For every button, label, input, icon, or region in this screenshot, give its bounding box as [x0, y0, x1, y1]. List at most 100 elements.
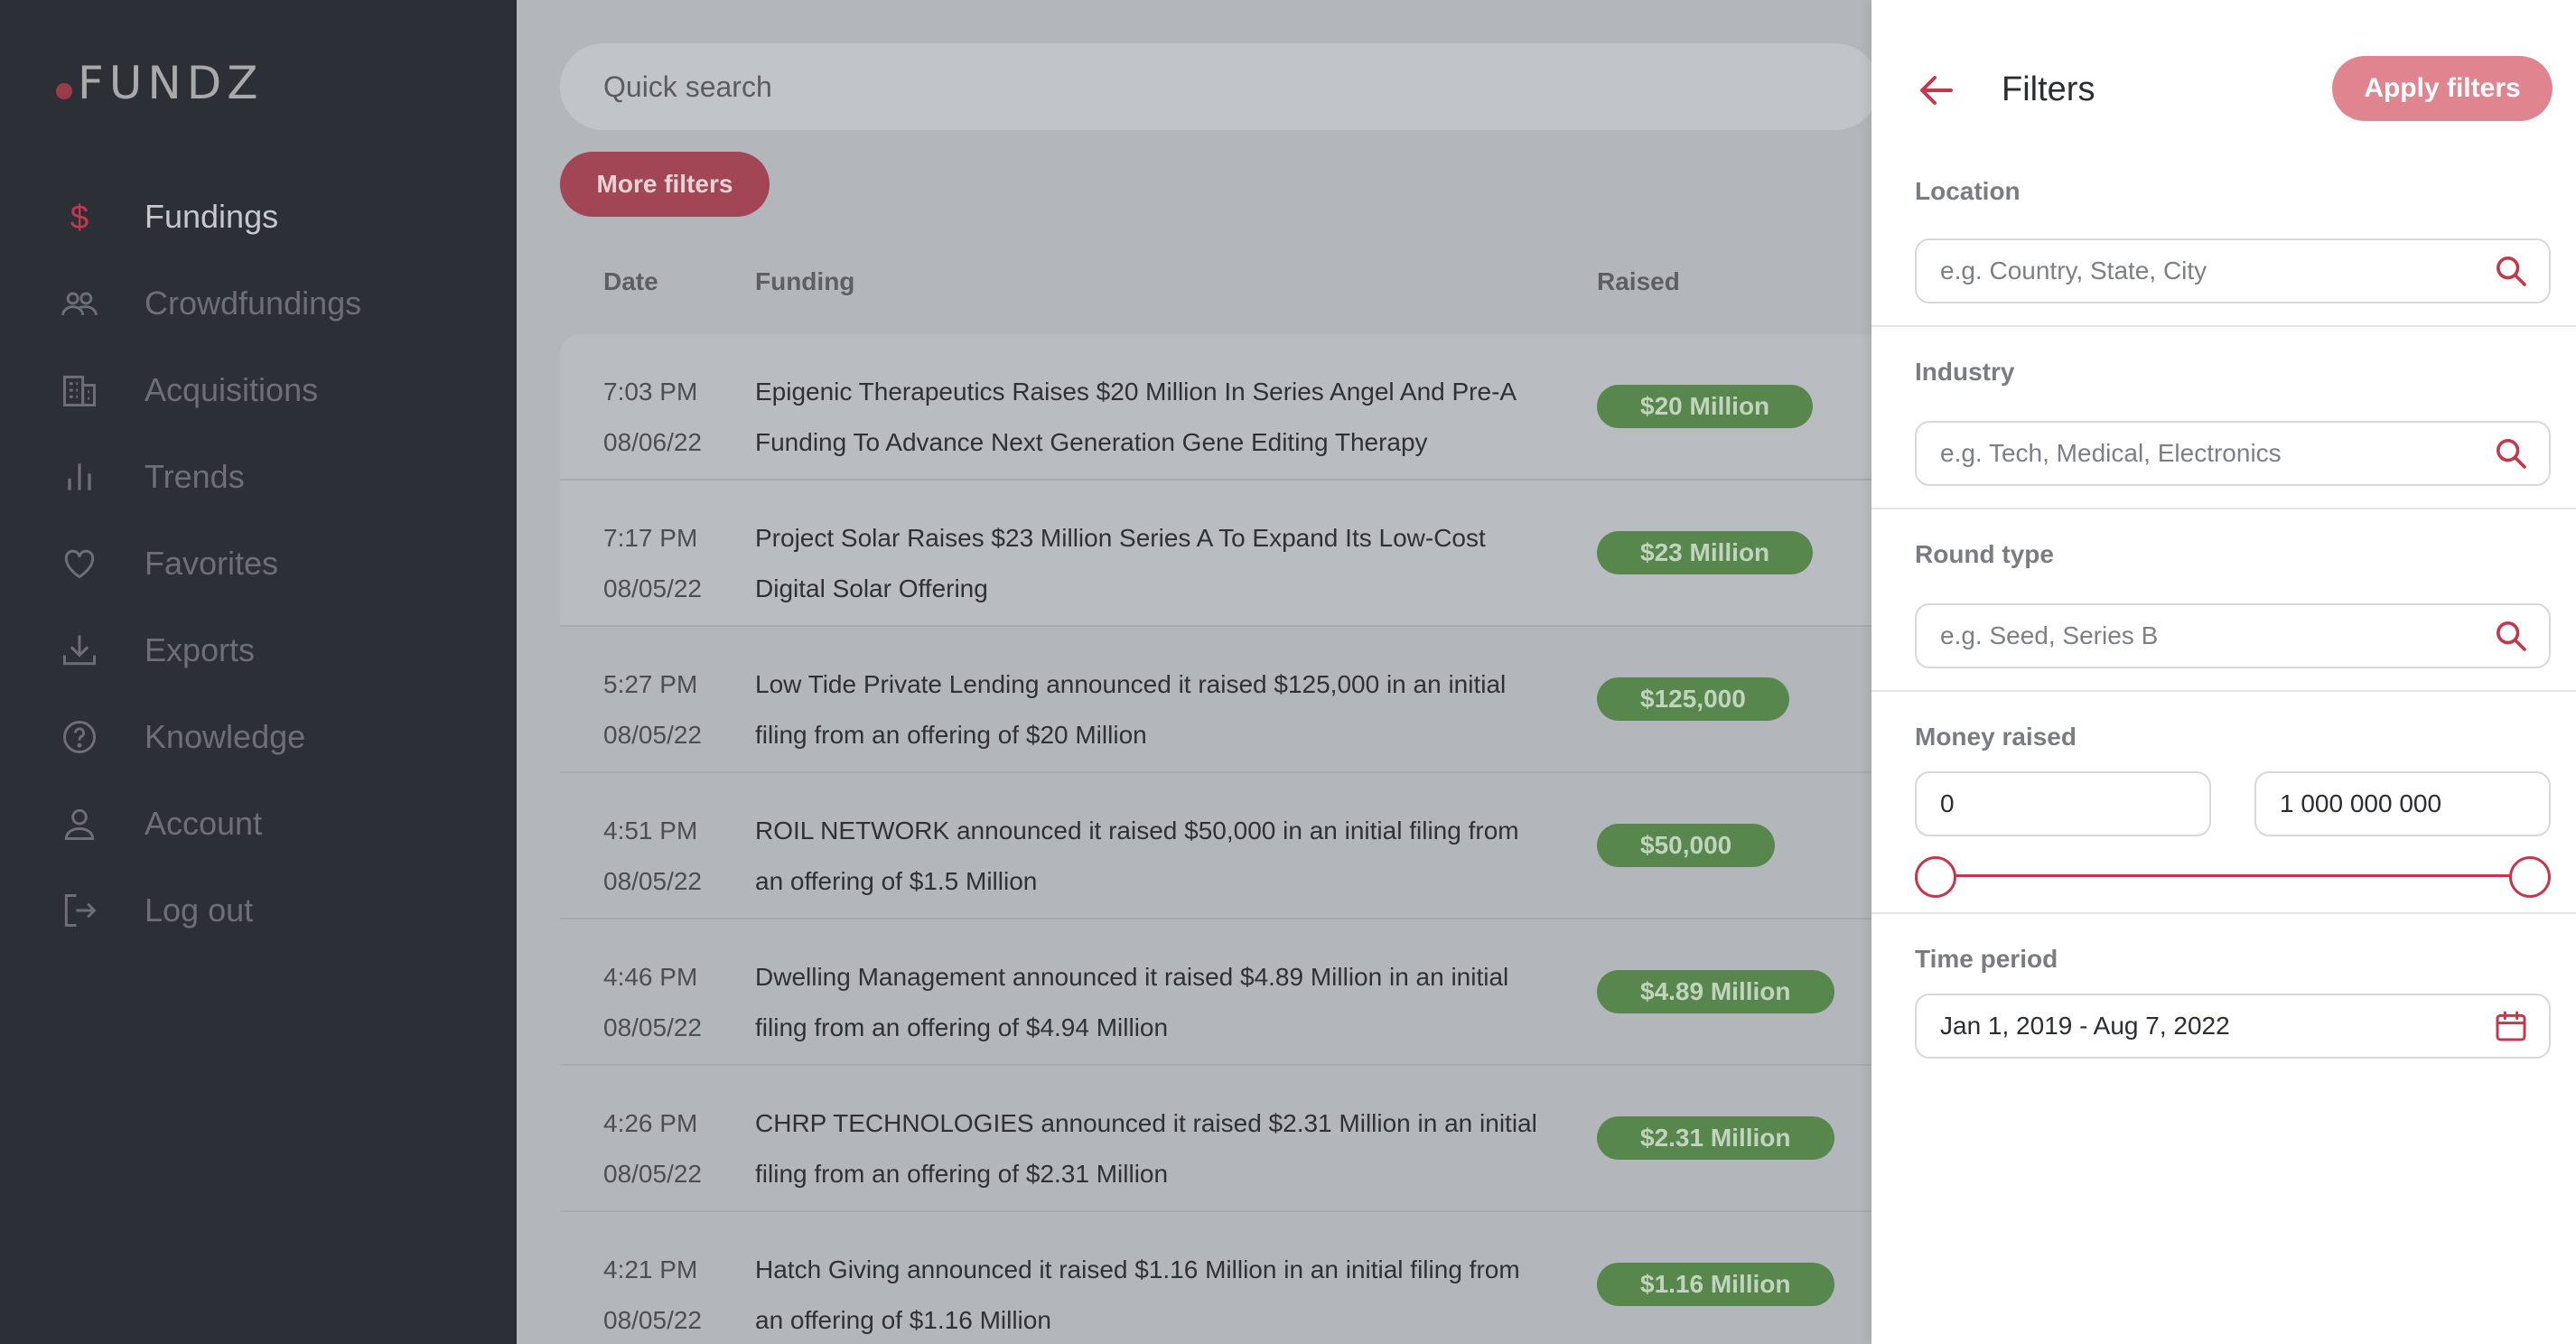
time-period-section: Time period Jan 1, 2019 - Aug 7, 2022 — [1871, 914, 2576, 1082]
main-content: Quick search More filters Date Funding R… — [517, 0, 1871, 1344]
location-input[interactable]: e.g. Country, State, City — [1915, 238, 2551, 303]
row-funding-title[interactable]: Low Tide Private Lending announced it ra… — [755, 659, 1568, 761]
search-icon[interactable] — [2493, 618, 2529, 654]
row-funding-title[interactable]: Project Solar Raises $23 Million Series … — [755, 513, 1568, 614]
filters-header: Filters Apply filters — [1871, 56, 2576, 125]
row-funding-title[interactable]: ROIL NETWORK announced it raised $50,000… — [755, 806, 1568, 907]
time-period-label: Time period — [1915, 945, 2058, 973]
raised-badge: $2.31 Million — [1597, 1116, 1834, 1160]
location-placeholder: e.g. Country, State, City — [1940, 257, 2207, 285]
row-funding-title[interactable]: Hatch Giving announced it raised $1.16 M… — [755, 1245, 1568, 1344]
search-icon[interactable] — [2493, 253, 2529, 289]
filters-title: Filters — [2002, 70, 2095, 108]
industry-section: Industry e.g. Tech, Medical, Electronics — [1871, 327, 2576, 509]
table-row[interactable]: 4:26 PM 08/05/22 CHRP TECHNOLOGIES announ… — [560, 1066, 1871, 1212]
sidebar: FUNDZ $ Fundings Crowdfundings Acquisiti… — [0, 0, 517, 1344]
sidebar-item-label: Account — [145, 805, 263, 842]
industry-placeholder: e.g. Tech, Medical, Electronics — [1940, 439, 2282, 467]
table-row[interactable]: 4:21 PM 08/05/22 Hatch Giving announced i… — [560, 1212, 1871, 1344]
heart-icon — [58, 542, 101, 585]
table-header: Date Funding Raised — [603, 267, 1868, 303]
quick-search-input[interactable]: Quick search — [560, 43, 1871, 130]
logo-dot — [56, 83, 72, 99]
row-datetime: 4:51 PM 08/05/22 — [603, 817, 702, 895]
download-icon — [58, 629, 101, 672]
svg-text:$: $ — [70, 199, 89, 236]
money-range-track[interactable] — [1937, 874, 2529, 877]
row-datetime: 7:17 PM 08/05/22 — [603, 524, 702, 602]
raised-badge: $125,000 — [1597, 677, 1789, 721]
column-header-funding[interactable]: Funding — [755, 267, 854, 296]
sidebar-item-label: Acquisitions — [145, 371, 319, 408]
table-row[interactable]: 4:46 PM 08/05/22 Dwelling Management anno… — [560, 919, 1871, 1066]
sidebar-item-account[interactable]: Account — [0, 780, 517, 867]
sidebar-item-knowledge[interactable]: Knowledge — [0, 694, 517, 780]
user-icon — [58, 802, 101, 845]
money-min-handle[interactable] — [1915, 856, 1956, 898]
row-funding-title[interactable]: Dwelling Management announced it raised … — [755, 952, 1568, 1053]
location-section: Location e.g. Country, State, City — [1871, 154, 2576, 327]
sidebar-item-label: Exports — [145, 631, 256, 668]
raised-badge: $1.16 Million — [1597, 1263, 1834, 1306]
raised-badge: $50,000 — [1597, 824, 1776, 867]
table-row[interactable]: 5:27 PM 08/05/22 Low Tide Private Lending… — [560, 627, 1871, 773]
sidebar-item-exports[interactable]: Exports — [0, 607, 517, 694]
money-raised-label: Money raised — [1915, 723, 2077, 751]
raised-badge: $4.89 Million — [1597, 970, 1834, 1013]
time-period-input[interactable]: Jan 1, 2019 - Aug 7, 2022 — [1915, 994, 2551, 1059]
bar-chart-icon — [58, 455, 101, 499]
sidebar-item-logout[interactable]: Log out — [0, 867, 517, 954]
logout-icon — [58, 889, 101, 932]
sidebar-item-label: Knowledge — [145, 718, 306, 755]
sidebar-item-label: Fundings — [145, 198, 279, 235]
table-row[interactable]: 4:51 PM 08/05/22 ROIL NETWORK announced i… — [560, 773, 1871, 919]
search-icon[interactable] — [2493, 435, 2529, 471]
logo-text: FUNDZ — [78, 57, 264, 109]
fundz-logo[interactable]: FUNDZ — [56, 56, 264, 110]
round-type-placeholder: e.g. Seed, Series B — [1940, 621, 2159, 649]
row-funding-title[interactable]: Epigenic Therapeutics Raises $20 Million… — [755, 367, 1568, 468]
location-label: Location — [1915, 177, 2021, 205]
arrow-left-icon[interactable] — [1915, 69, 1958, 112]
row-funding-title[interactable]: CHRP TECHNOLOGIES announced it raised $2… — [755, 1098, 1568, 1199]
row-datetime: 4:26 PM 08/05/22 — [603, 1109, 702, 1188]
more-filters-button[interactable]: More filters — [560, 152, 770, 217]
row-datetime: 4:21 PM 08/05/22 — [603, 1255, 702, 1334]
table-row[interactable]: 7:03 PM 08/06/22 Epigenic Therapeutics Ra… — [560, 334, 1871, 481]
sidebar-item-favorites[interactable]: Favorites — [0, 520, 517, 607]
building-icon — [58, 369, 101, 412]
industry-input[interactable]: e.g. Tech, Medical, Electronics — [1915, 421, 2551, 486]
sidebar-item-fundings[interactable]: $ Fundings — [0, 173, 517, 260]
industry-label: Industry — [1915, 358, 2015, 386]
people-icon — [58, 282, 101, 325]
column-header-date[interactable]: Date — [603, 267, 658, 296]
sidebar-item-trends[interactable]: Trends — [0, 434, 517, 520]
calendar-icon[interactable] — [2493, 1008, 2529, 1044]
sidebar-item-label: Log out — [145, 891, 254, 929]
sidebar-nav: $ Fundings Crowdfundings Acquisitions Tr… — [0, 173, 517, 954]
round-type-input[interactable]: e.g. Seed, Series B — [1915, 603, 2551, 668]
filters-panel: Filters Apply filters Location e.g. Coun… — [1871, 0, 2576, 1344]
row-datetime: 5:27 PM 08/05/22 — [603, 670, 702, 749]
table-row[interactable]: 7:17 PM 08/05/22 Project Solar Raises $23… — [560, 481, 1871, 627]
row-datetime: 4:46 PM 08/05/22 — [603, 963, 702, 1041]
sidebar-item-label: Favorites — [145, 545, 279, 582]
round-type-label: Round type — [1915, 540, 2054, 568]
time-period-value: Jan 1, 2019 - Aug 7, 2022 — [1940, 1012, 2230, 1040]
sidebar-item-label: Crowdfundings — [145, 285, 362, 322]
fundings-table: 7:03 PM 08/06/22 Epigenic Therapeutics Ra… — [560, 334, 1871, 1344]
raised-badge: $23 Million — [1597, 531, 1814, 574]
help-circle-icon — [58, 715, 101, 759]
sidebar-item-acquisitions[interactable]: Acquisitions — [0, 347, 517, 434]
round-type-section: Round type e.g. Seed, Series B — [1871, 509, 2576, 692]
raised-badge: $20 Million — [1597, 385, 1814, 428]
column-header-raised[interactable]: Raised — [1597, 267, 1680, 296]
money-min-input[interactable]: 0 — [1915, 771, 2211, 836]
dollar-icon: $ — [58, 195, 101, 238]
row-datetime: 7:03 PM 08/06/22 — [603, 378, 702, 456]
sidebar-item-crowdfundings[interactable]: Crowdfundings — [0, 260, 517, 347]
money-max-handle[interactable] — [2509, 856, 2551, 898]
apply-filters-button[interactable]: Apply filters — [2332, 56, 2553, 121]
money-max-input[interactable]: 1 000 000 000 — [2254, 771, 2551, 836]
sidebar-item-label: Trends — [145, 458, 245, 495]
